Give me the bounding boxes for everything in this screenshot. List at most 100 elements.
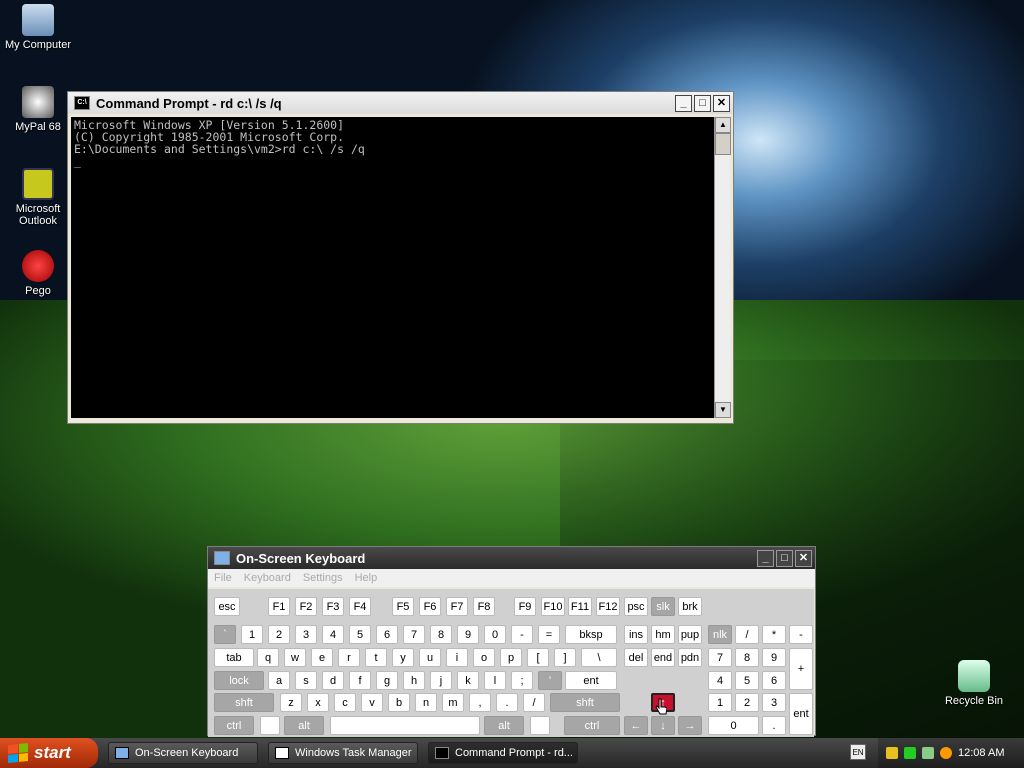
key[interactable]: 4 xyxy=(708,671,732,690)
scroll-up-arrow-icon[interactable]: ▲ xyxy=(715,117,731,133)
key[interactable]: . xyxy=(496,693,518,712)
key[interactable]: ' xyxy=(538,671,562,690)
maximize-button[interactable]: □ xyxy=(776,549,793,567)
key[interactable]: m xyxy=(442,693,464,712)
key[interactable]: b xyxy=(388,693,410,712)
menu-help[interactable]: Help xyxy=(355,572,378,584)
cmd-titlebar[interactable]: C:\ Command Prompt - rd c:\ /s /q _ □ ✕ xyxy=(68,92,733,114)
start-button[interactable]: start xyxy=(0,738,98,768)
menu-settings[interactable]: Settings xyxy=(303,572,343,584)
key[interactable]: ↓ xyxy=(651,716,675,735)
osk-titlebar[interactable]: On-Screen Keyboard _ □ ✕ xyxy=(208,547,815,569)
key[interactable]: 4 xyxy=(322,625,344,644)
key[interactable]: 2 xyxy=(735,693,759,712)
desktop-icon-outlook[interactable]: Microsoft Outlook xyxy=(2,168,74,227)
menu-keyboard[interactable]: Keyboard xyxy=(244,572,291,584)
key[interactable]: F11 xyxy=(568,597,592,616)
scroll-down-arrow-icon[interactable]: ▼ xyxy=(715,402,731,418)
key[interactable]: 3 xyxy=(762,693,786,712)
key[interactable]: 6 xyxy=(762,671,786,690)
desktop-icon-mypal[interactable]: MyPal 68 xyxy=(2,86,74,133)
key[interactable]: 5 xyxy=(735,671,759,690)
key[interactable]: pdn xyxy=(678,648,702,667)
task-command-prompt[interactable]: Command Prompt - rd... xyxy=(428,742,578,764)
key[interactable]: ctrl xyxy=(564,716,620,735)
key[interactable]: 6 xyxy=(376,625,398,644)
scroll-thumb[interactable] xyxy=(715,133,731,155)
key[interactable]: 5 xyxy=(349,625,371,644)
key[interactable]: s xyxy=(295,671,317,690)
key[interactable]: ent xyxy=(565,671,617,690)
key[interactable]: n xyxy=(415,693,437,712)
key[interactable]: 9 xyxy=(457,625,479,644)
key[interactable]: o xyxy=(473,648,495,667)
key[interactable]: tab xyxy=(214,648,254,667)
key[interactable]: psc xyxy=(624,597,648,616)
key[interactable]: bksp xyxy=(565,625,617,644)
key[interactable]: brk xyxy=(678,597,702,616)
key[interactable]: k xyxy=(457,671,479,690)
key[interactable]: * xyxy=(762,625,786,644)
key[interactable]: e xyxy=(311,648,333,667)
close-button[interactable]: ✕ xyxy=(795,549,812,567)
task-on-screen-keyboard[interactable]: On-Screen Keyboard xyxy=(108,742,258,764)
shield-icon[interactable] xyxy=(886,747,898,759)
key[interactable]: pup xyxy=(678,625,702,644)
key[interactable]: 9 xyxy=(762,648,786,667)
key[interactable]: alt xyxy=(284,716,324,735)
key[interactable]: ] xyxy=(554,648,576,667)
key[interactable]: q xyxy=(257,648,279,667)
key[interactable]: → xyxy=(678,716,702,735)
command-prompt-window[interactable]: C:\ Command Prompt - rd c:\ /s /q _ □ ✕ … xyxy=(67,91,734,424)
key[interactable]: ins xyxy=(624,625,648,644)
key[interactable]: x xyxy=(307,693,329,712)
key[interactable]: 8 xyxy=(430,625,452,644)
spacebar[interactable] xyxy=(330,716,480,735)
key[interactable]: F8 xyxy=(473,597,495,616)
key[interactable]: ctrl xyxy=(214,716,254,735)
key[interactable]: l xyxy=(484,671,506,690)
key[interactable]: a xyxy=(268,671,290,690)
key[interactable]: t xyxy=(365,648,387,667)
key[interactable]: 3 xyxy=(295,625,317,644)
key[interactable]: F6 xyxy=(419,597,441,616)
key[interactable]: 1 xyxy=(708,693,732,712)
key[interactable]: v xyxy=(361,693,383,712)
key[interactable]: [ xyxy=(527,648,549,667)
key[interactable]: . xyxy=(762,716,786,735)
tray-app-icon[interactable] xyxy=(922,747,934,759)
key[interactable]: c xyxy=(334,693,356,712)
key[interactable]: del xyxy=(624,648,648,667)
key[interactable]: F10 xyxy=(541,597,565,616)
key[interactable]: hm xyxy=(651,625,675,644)
key[interactable]: d xyxy=(322,671,344,690)
minimize-button[interactable]: _ xyxy=(675,94,692,112)
desktop-icon-pego[interactable]: Pego xyxy=(2,250,74,297)
windows-flag-icon[interactable] xyxy=(530,716,550,735)
key[interactable]: F7 xyxy=(446,597,468,616)
key[interactable]: u xyxy=(419,648,441,667)
key[interactable]: F2 xyxy=(295,597,317,616)
minimize-button[interactable]: _ xyxy=(757,549,774,567)
key[interactable]: alt xyxy=(484,716,524,735)
desktop-icon-my-computer[interactable]: My Computer xyxy=(2,4,74,51)
key[interactable]: 2 xyxy=(268,625,290,644)
clock[interactable]: 12:08 AM xyxy=(958,747,1004,759)
key[interactable]: F12 xyxy=(596,597,620,616)
key[interactable]: F9 xyxy=(514,597,536,616)
close-button[interactable]: ✕ xyxy=(713,94,730,112)
key[interactable]: \ xyxy=(581,648,617,667)
key[interactable]: F5 xyxy=(392,597,414,616)
key[interactable]: y xyxy=(392,648,414,667)
key[interactable]: / xyxy=(735,625,759,644)
key[interactable]: 7 xyxy=(403,625,425,644)
key[interactable]: / xyxy=(523,693,545,712)
key[interactable]: F1 xyxy=(268,597,290,616)
key[interactable]: z xyxy=(280,693,302,712)
key[interactable]: 8 xyxy=(735,648,759,667)
key[interactable]: f xyxy=(349,671,371,690)
key[interactable]: ; xyxy=(511,671,533,690)
key[interactable]: end xyxy=(651,648,675,667)
key[interactable]: = xyxy=(538,625,560,644)
key[interactable]: + xyxy=(789,648,813,690)
